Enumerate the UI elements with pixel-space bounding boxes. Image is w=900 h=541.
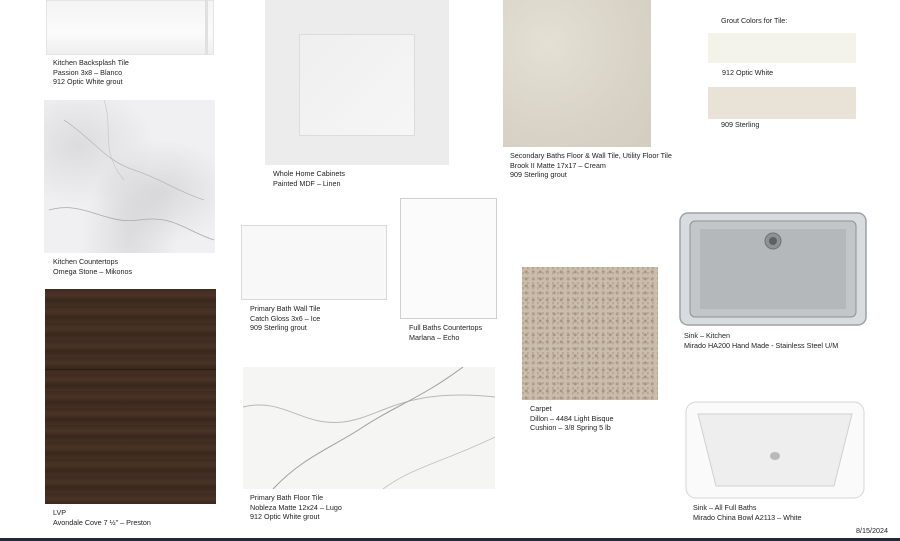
document-date: 8/15/2024 xyxy=(856,526,888,535)
caption-line: 909 Sterling grout xyxy=(510,170,567,180)
caption-line: 909 Sterling xyxy=(721,120,760,129)
caption-line: 912 Optic White grout xyxy=(250,512,320,522)
caption-line: Grout Colors for Tile: xyxy=(721,16,788,25)
grout-sterling-swatch xyxy=(708,87,856,119)
caption-line: Nobleza Matte 12x24 – Lugo xyxy=(250,502,342,512)
lvp-flooring-swatch xyxy=(45,289,216,504)
grout-colors-heading: Grout Colors for Tile: xyxy=(721,16,787,26)
quartz-veins xyxy=(48,100,215,241)
caption-line: Avondale Cove 7 ½" – Preston xyxy=(53,517,151,527)
caption-cabinets: Whole Home Cabinets Painted MDF – Linen xyxy=(273,169,345,188)
caption-countertops: Kitchen Countertops Omega Stone – Mikono… xyxy=(53,257,132,276)
caption-line: Mirado HA200 Hand Made - Stainless Steel… xyxy=(684,340,839,350)
caption-line: Primary Bath Wall Tile xyxy=(250,304,321,313)
cabinet-swatch xyxy=(265,0,449,165)
bath-sink-image xyxy=(684,400,866,500)
caption-lvp: LVP Avondale Cove 7 ½" – Preston xyxy=(53,508,151,527)
bath-wall-tile-swatch xyxy=(242,226,386,299)
caption-carpet: Carpet Dillon – 4484 Light Bisque Cushio… xyxy=(530,404,614,433)
caption-grout-optic-white: 912 Optic White xyxy=(722,68,773,78)
caption-line: Kitchen Countertops xyxy=(53,257,119,266)
caption-line: Cushion – 3/8 Spring 5 lb xyxy=(530,423,611,433)
caption-line: Painted MDF – Linen xyxy=(273,178,341,188)
caption-line: Marlana – Echo xyxy=(409,332,460,342)
caption-line: Mirado China Bowl A2113 – White xyxy=(693,512,802,522)
caption-line: Whole Home Cabinets xyxy=(273,169,345,178)
china-bowl-sink-icon xyxy=(685,401,865,499)
carpet-swatch xyxy=(522,267,658,400)
caption-line: Primary Bath Floor Tile xyxy=(250,493,324,502)
caption-line: Catch Gloss 3x6 – Ice xyxy=(250,313,321,323)
caption-line: Omega Stone – Mikonos xyxy=(53,266,133,276)
caption-secondary-baths: Secondary Baths Floor & Wall Tile, Utili… xyxy=(510,151,672,180)
caption-line: Full Baths Countertops xyxy=(409,323,483,332)
caption-line: Passion 3x8 – Blanco xyxy=(53,67,123,77)
caption-bath-wall: Primary Bath Wall Tile Catch Gloss 3x6 –… xyxy=(250,304,320,333)
grout-optic-white-swatch xyxy=(708,33,856,63)
kitchen-sink-image xyxy=(678,211,868,327)
caption-line: LVP xyxy=(53,508,67,517)
stainless-sink-icon xyxy=(679,212,867,326)
caption-line: 909 Sterling grout xyxy=(250,323,307,333)
caption-sink-kitchen: Sink – Kitchen Mirado HA200 Hand Made - … xyxy=(684,331,838,350)
caption-line: Brook II Matte 17x17 – Cream xyxy=(510,160,606,170)
secondary-bath-tile-swatch xyxy=(503,0,651,147)
caption-line: Secondary Baths Floor & Wall Tile, Utili… xyxy=(510,151,672,160)
kitchen-countertop-swatch xyxy=(44,100,215,253)
caption-line: 912 Optic White grout xyxy=(53,77,123,87)
caption-full-baths: Full Baths Countertops Marlana – Echo xyxy=(409,323,482,342)
bath-floor-tile-swatch xyxy=(243,367,495,489)
caption-line: Dillon – 4484 Light Bisque xyxy=(530,413,614,423)
caption-line: 912 Optic White xyxy=(722,68,774,77)
marble-veins xyxy=(243,367,495,489)
kitchen-backsplash-swatch xyxy=(46,0,214,55)
caption-bath-floor: Primary Bath Floor Tile Nobleza Matte 12… xyxy=(250,493,342,522)
full-bath-countertop-swatch xyxy=(401,199,496,318)
caption-grout-sterling: 909 Sterling xyxy=(721,120,759,130)
cabinet-door-panel xyxy=(299,34,415,136)
caption-backsplash: Kitchen Backsplash Tile Passion 3x8 – Bl… xyxy=(53,58,129,87)
caption-line: Sink – All Full Baths xyxy=(693,503,757,512)
caption-line: Carpet xyxy=(530,404,552,413)
caption-sink-baths: Sink – All Full Baths Mirado China Bowl … xyxy=(693,503,802,522)
caption-line: Kitchen Backsplash Tile xyxy=(53,58,129,67)
caption-line: Sink – Kitchen xyxy=(684,331,730,340)
